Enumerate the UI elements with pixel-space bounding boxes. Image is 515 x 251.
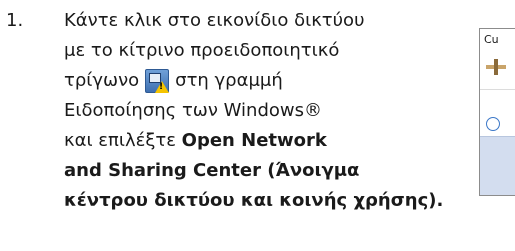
popup-footer — [480, 136, 515, 195]
radio-circle-icon — [486, 117, 500, 131]
network-popup-preview: Cu — [479, 28, 515, 196]
network-icon — [486, 59, 508, 75]
step-text-line-3: τρίγωνο ! στη γραμμή — [64, 66, 283, 96]
step-text-line-7: κέντρου δικτύου και κοινής χρήσης). — [64, 190, 444, 211]
step-text-line-2: με το κίτρινο προειδοποιητικό — [64, 40, 340, 61]
step-number: 1. — [6, 10, 24, 31]
step-text-line-5-bold: Open Network — [181, 130, 327, 151]
step-text-line-3-before: τρίγωνο — [64, 70, 140, 91]
popup-title: Cu — [484, 33, 499, 46]
step-text-line-5-plain: και επιλέξτε — [64, 130, 182, 151]
popup-divider — [480, 89, 515, 90]
network-warning-icon: ! — [145, 69, 170, 93]
step-text-line-6: and Sharing Center (Άνοιγμα — [64, 160, 360, 181]
step-text-line-4: Ειδοποίησης των Windows® — [64, 100, 322, 121]
step-text-line-1: Κάντε κλικ στο εικονίδιο δικτύου — [64, 10, 365, 31]
step-text-line-3-after: στη γραμμή — [175, 70, 283, 91]
step-text-line-5: και επιλέξτε Open Network — [64, 126, 327, 156]
